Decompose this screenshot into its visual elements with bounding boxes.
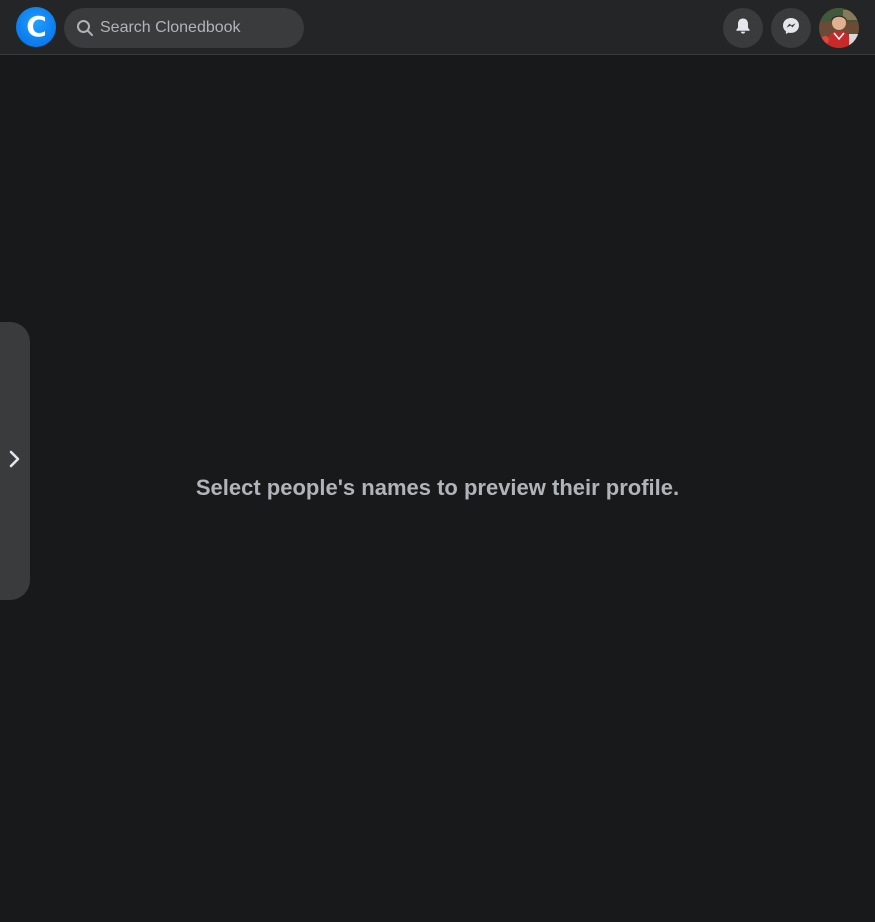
notifications-button[interactable] — [723, 8, 763, 48]
empty-state-message: Select people's names to preview their p… — [195, 475, 680, 500]
top-navigation-bar: C — [0, 0, 875, 55]
chevron-right-icon — [8, 449, 22, 474]
search-icon — [76, 19, 94, 37]
clonedbook-logo[interactable]: C — [16, 7, 56, 47]
search-input[interactable] — [100, 19, 290, 37]
notifications-bell-icon — [734, 17, 752, 40]
search-bar[interactable] — [64, 8, 304, 48]
messenger-icon — [781, 16, 801, 41]
messenger-button[interactable] — [771, 8, 811, 48]
expand-sidebar-button[interactable] — [0, 322, 30, 600]
logo-letter: C — [26, 9, 47, 43]
user-avatar[interactable] — [819, 8, 859, 48]
